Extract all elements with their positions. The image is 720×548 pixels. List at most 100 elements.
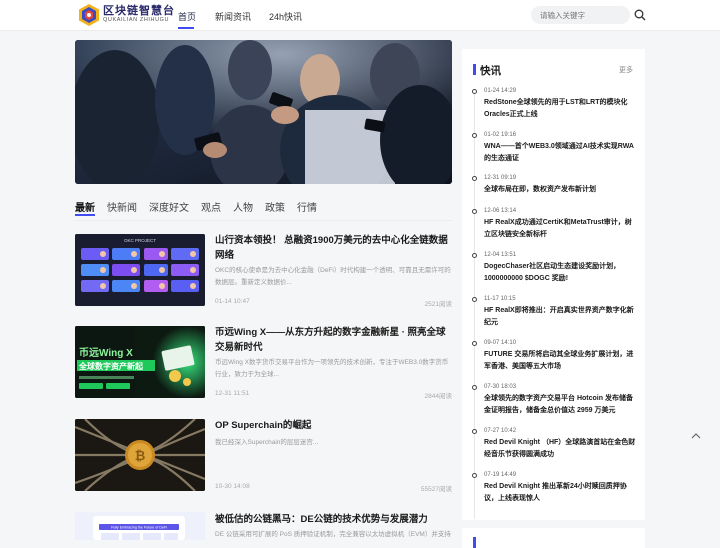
flash-title[interactable]: HF RealX即将推出：开启真实世界资产数字化新纪元 (484, 305, 636, 329)
article-thumbnail[interactable]: 币远Wing X 全球数字资产新起 (75, 326, 205, 398)
article-summary: DE 公链采用可扩展的 PoS 质押验证机制，完全兼容以太坊虚拟机（EVM）并支… (215, 531, 451, 538)
flash-item[interactable]: 12-06 13:14 HF RealX成功通过CertiK和MetaTrust… (472, 207, 636, 241)
timeline-dot-icon (472, 473, 477, 478)
flash-item[interactable]: 07-19 14:49 Red Devil Knight 推出革新24小时赎回质… (472, 471, 636, 505)
article-title[interactable]: 币远Wing X——从东方升起的数字金融新星 · 照亮全球交易新时代 (215, 325, 452, 355)
tabs-divider (75, 220, 452, 221)
top-header: 区块链智慧台 QUKAILIAN ZHIHUGU 首页 新闻资讯 24h快讯 (0, 0, 720, 31)
timeline-dot-icon (472, 176, 477, 181)
flash-item[interactable]: 12-31 09:19 全球布局在即，数权资产发布新计划 (472, 174, 636, 196)
tab-active-indicator (75, 214, 95, 216)
article-item[interactable]: ₿ OP Superchain的崛起 我已经深入Superchain的层层迷宫.… (75, 419, 452, 495)
timeline-dot-icon (472, 209, 477, 214)
article-item[interactable]: OKC PROJECT 山行资本领投！ 总融资1900万美元的去中心化全链数据网… (75, 234, 452, 310)
flash-item[interactable]: 11-17 10:15 HF RealX即将推出：开启真实世界资产数字化新纪元 (472, 295, 636, 329)
flash-time: 07-30 18:03 (484, 384, 517, 390)
flash-title[interactable]: RedStone全球领先的用于LST和LRT的模块化Oracles正式上线 (484, 97, 636, 121)
article-thumbnail[interactable]: OKC PROJECT (75, 234, 205, 306)
search-input[interactable] (531, 6, 630, 24)
flash-item[interactable]: 12-04 13:51 DogecChaser社区启动生态建设奖励计划，1000… (472, 251, 636, 285)
article-title[interactable]: OP Superchain的崛起 (215, 418, 452, 433)
article-summary: OKC的核心使命是为去中心化金融（DeFi）时代构建一个透明、可靠且无需许可的数… (215, 267, 451, 286)
section-accent-bar (473, 537, 476, 548)
flash-time: 07-27 10:42 (484, 428, 517, 434)
flash-item[interactable]: 01-24 14:29 RedStone全球领先的用于LST和LRT的模块化Or… (472, 87, 636, 121)
timeline-dot-icon (472, 429, 477, 434)
thumb-label: Fully Embracing the Future of DeFi (111, 526, 167, 530)
article-date: 12-31 11:51 (215, 390, 250, 397)
flash-item[interactable]: 01-02 19:16 WNA——首个WEB3.0领域通过AI技术实现RWA的生… (472, 131, 636, 165)
timeline-dot-icon (472, 297, 477, 302)
article-item[interactable]: 币远Wing X 全球数字资产新起 币远Wing X——从东方升起的数字金融新星… (75, 326, 452, 402)
flash-time: 12-31 09:19 (484, 175, 517, 181)
flash-title[interactable]: DogecChaser社区启动生态建设奖励计划，1000000000 $DOGC… (484, 261, 636, 285)
timeline-dot-icon (472, 341, 477, 346)
article-read-count: 2521阅读 (424, 301, 452, 308)
thumbnail-graphic: OKC PROJECT (75, 234, 205, 306)
flash-title[interactable]: 全球领先的数字资产交易平台 Hotcoin 发布储备金证明报告，储备金总价值达 … (484, 393, 636, 417)
flash-time: 09-07 14:10 (484, 340, 517, 346)
search-icon[interactable] (634, 9, 646, 21)
nav-news[interactable]: 新闻资讯 (215, 10, 251, 23)
nav-home[interactable]: 首页 (178, 10, 196, 23)
second-sidebar-panel (462, 528, 645, 548)
flash-item[interactable]: 07-27 10:42 Red Devil Knight （HF）全球路演首站在… (472, 427, 636, 461)
tab-in-depth[interactable]: 深度好文 (149, 199, 189, 214)
tab-latest[interactable]: 最新 (75, 199, 95, 214)
article-read-count: 55527阅读 (420, 486, 452, 493)
brand-name[interactable]: 区块链智慧台 (103, 5, 175, 17)
article-thumbnail[interactable]: ₿ (75, 419, 205, 491)
flash-time: 01-24 14:29 (484, 88, 517, 94)
flash-time: 01-02 19:16 (484, 132, 517, 138)
timeline-line (474, 91, 475, 519)
nav-flash[interactable]: 24h快讯 (269, 10, 302, 23)
timeline-dot-icon (472, 253, 477, 258)
flash-title[interactable]: 全球布局在即，数权资产发布新计划 (484, 184, 636, 196)
svg-text:₿: ₿ (135, 448, 146, 463)
article-summary: 我已经深入Superchain的层层迷宫... (215, 439, 319, 446)
brand-subtitle: QUKAILIAN ZHIHUGU (103, 17, 170, 23)
more-link[interactable]: 更多 (619, 65, 633, 75)
nav-active-indicator (178, 27, 194, 29)
article-date: 10-30 14:08 (215, 483, 250, 490)
featured-banner[interactable] (75, 40, 452, 184)
banner-image (75, 40, 452, 184)
article-summary: 币远Wing X数字货币交易平台作为一项领先的技术创新，专注于WEB3.0数字货… (215, 359, 449, 378)
flash-item[interactable]: 07-30 18:03 全球领先的数字资产交易平台 Hotcoin 发布储备金证… (472, 383, 636, 417)
article-item[interactable]: Fully Embracing the Future of DeFi 被低估的公… (75, 512, 452, 540)
tab-quick-news[interactable]: 快新闻 (107, 199, 137, 214)
flash-time: 12-06 13:14 (484, 208, 517, 214)
flash-title[interactable]: WNA——首个WEB3.0领域通过AI技术实现RWA的生态通证 (484, 141, 636, 165)
tab-people[interactable]: 人物 (233, 199, 253, 214)
flash-title[interactable]: FUTURE 交易所将启动其全球业务扩展计划，进军香港、美国等五大市场 (484, 349, 636, 373)
flash-title[interactable]: Red Devil Knight （HF）全球路演首站在金色财经音乐节获得圆满成… (484, 437, 636, 461)
timeline-dot-icon (472, 89, 477, 94)
flash-time: 11-17 10:15 (484, 296, 516, 302)
thumb-label: 币远Wing X (79, 347, 133, 359)
flash-news-sidebar: 快讯 更多 01-24 14:29 RedStone全球领先的用于LST和LRT… (462, 49, 645, 520)
flash-item[interactable]: 09-07 14:10 FUTURE 交易所将启动其全球业务扩展计划，进军香港、… (472, 339, 636, 373)
thumb-label: OKC PROJECT (124, 238, 156, 243)
flash-title[interactable]: Red Devil Knight 推出革新24小时赎回质押协议，上线表现惊人 (484, 481, 636, 505)
logo-icon[interactable] (77, 3, 101, 27)
article-title[interactable]: 被低估的公链黑马：DE公链的技术优势与发展潜力 (215, 512, 452, 527)
thumb-sublabel: 全球数字资产新起 (78, 361, 144, 371)
flash-time: 07-19 14:49 (484, 472, 517, 478)
tab-policy[interactable]: 政策 (265, 199, 285, 214)
article-read-count: 2844阅读 (424, 393, 452, 400)
thumbnail-graphic: Fully Embracing the Future of DeFi (75, 512, 205, 540)
timeline-dot-icon (472, 133, 477, 138)
tab-market[interactable]: 行情 (297, 199, 317, 214)
sidebar-title: 快讯 (480, 65, 501, 77)
timeline-dot-icon (472, 385, 477, 390)
article-date: 01-14 10:47 (215, 298, 250, 305)
flash-time: 12-04 13:51 (484, 252, 517, 258)
thumbnail-graphic: ₿ (75, 419, 205, 491)
article-title[interactable]: 山行资本领投！ 总融资1900万美元的去中心化全链数据网络 (215, 233, 452, 263)
section-accent-bar (473, 64, 476, 75)
thumbnail-graphic: 币远Wing X 全球数字资产新起 (75, 326, 205, 398)
tab-opinion[interactable]: 观点 (201, 199, 221, 214)
article-thumbnail[interactable]: Fully Embracing the Future of DeFi (75, 512, 205, 540)
flash-title[interactable]: HF RealX成功通过CertiK和MetaTrust审计，树立区块链安全新标… (484, 217, 636, 241)
back-to-top-icon[interactable] (690, 430, 702, 442)
